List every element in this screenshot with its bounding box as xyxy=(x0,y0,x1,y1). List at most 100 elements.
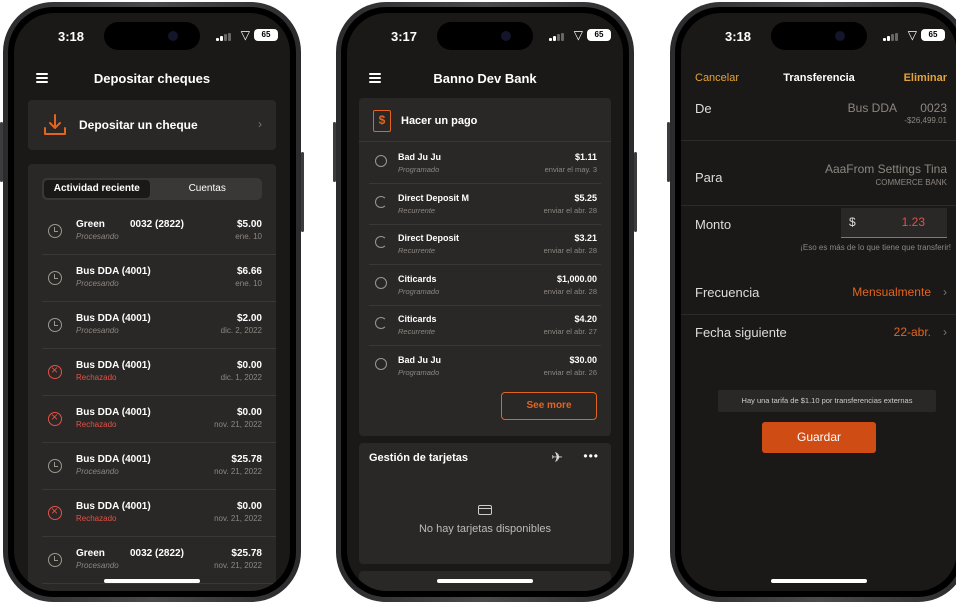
page-title: Banno Dev Bank xyxy=(433,71,537,86)
activity-row[interactable]: Bus DDA (4001) Procesando $25.78 nov. 21, 2… xyxy=(42,443,276,490)
dynamic-island xyxy=(771,22,867,50)
wifi-icon: ▽ xyxy=(907,28,917,42)
activity-card: Actividad reciente Cuentas Green 0032 (28… xyxy=(28,164,276,591)
payment-row[interactable]: Bad Ju Ju Programado $1.11 enviar el may. 3 xyxy=(369,144,601,184)
clock-icon xyxy=(375,155,387,167)
nav-bar: Depositar cheques xyxy=(14,65,290,93)
deposit-status: Procesando xyxy=(76,326,119,335)
tab-accounts[interactable]: Cuentas xyxy=(154,180,260,198)
battery-icon: 65 xyxy=(254,29,278,41)
payments-card: $ Hacer un pago Bad Ju Ju Programado $1.11… xyxy=(359,98,611,436)
nav-bar: Banno Dev Bank xyxy=(347,65,623,93)
nav-bar: Cancelar Transferencia Eliminar xyxy=(681,72,956,92)
to-account: AaaFrom Settings Tina xyxy=(824,162,947,176)
deposit-status: Rechazado xyxy=(76,420,117,429)
payment-row[interactable]: Citicards Recurrente $4.20 enviar el abr. 2… xyxy=(369,306,601,346)
camera-icon xyxy=(501,31,511,41)
recurring-icon xyxy=(375,195,387,208)
deposit-status: Procesando xyxy=(76,279,119,288)
battery-icon: 65 xyxy=(587,29,611,41)
payment-status: Recurrente xyxy=(398,205,436,215)
deposit-account-number: 0032 (2822) xyxy=(130,548,184,559)
payee-name: Direct Deposit xyxy=(398,233,460,243)
clock-icon xyxy=(48,459,62,473)
payment-date: enviar el may. 3 xyxy=(544,165,597,174)
amount-error: ¡Eso es más de lo que tiene que transfer… xyxy=(800,243,951,252)
phone-deposit-checks: 3:18 ▽ 65 Depositar cheques Depositar un… xyxy=(0,2,304,602)
dynamic-island xyxy=(437,22,533,50)
frequency-value: Mensualmente xyxy=(852,285,931,299)
payment-amount: $1,000.00 xyxy=(556,273,597,284)
home-indicator xyxy=(104,579,200,583)
clock-icon xyxy=(48,224,62,238)
to-row[interactable]: Para AaaFrom Settings Tina COMMERCE BANK xyxy=(681,150,956,206)
clock-icon xyxy=(48,553,62,567)
rejected-icon xyxy=(48,363,62,379)
activity-row[interactable]: Bus DDA (4001) Rechazado $0.00 nov. 21, 202… xyxy=(42,490,276,537)
payment-row[interactable]: Direct Deposit Recurrente $3.21 enviar el a… xyxy=(369,225,601,265)
from-balance: -$26,499.01 xyxy=(904,116,947,125)
payment-row[interactable]: Bad Ju Ju Programado $30.00 enviar el abr. … xyxy=(369,347,601,387)
deposit-status: Procesando xyxy=(76,232,119,241)
amount-label: Monto xyxy=(695,217,732,232)
from-row[interactable]: De Bus DDA 0023 -$26,499.01 xyxy=(681,93,956,141)
no-cards-message: No hay tarjetas disponibles xyxy=(418,523,552,535)
status-time: 3:18 xyxy=(58,29,85,44)
phone-bezel: 3:18 ▽ 65 Cancelar Transferencia Elimina… xyxy=(675,7,956,597)
amount-input[interactable]: $ 1.23 xyxy=(841,208,947,238)
next-date-row[interactable]: Fecha siguiente 22-abr. › xyxy=(681,315,956,359)
payee-name: Citicards xyxy=(398,314,437,324)
tab-recent-activity[interactable]: Actividad reciente xyxy=(44,180,150,198)
payee-name: Bad Ju Ju xyxy=(398,354,442,365)
payment-status: Recurrente xyxy=(398,246,436,255)
from-label: De xyxy=(695,101,712,116)
activity-row[interactable]: Bus DDA (4001) Rechazado $0.00 nov. 21, 202… xyxy=(42,396,276,443)
frequency-row[interactable]: Frecuencia Mensualmente › xyxy=(681,271,956,315)
phone-bezel: 3:18 ▽ 65 Depositar cheques Depositar un… xyxy=(8,7,296,597)
payment-row[interactable]: Direct Deposit M Recurrente $5.25 enviar el… xyxy=(369,185,601,225)
delete-button[interactable]: Eliminar xyxy=(904,72,947,84)
frequency-label: Frecuencia xyxy=(695,285,760,300)
deposit-check-button[interactable]: Depositar un cheque › xyxy=(28,100,276,150)
status-time: 3:18 xyxy=(725,29,752,44)
deposit-account: Bus DDA (4001) xyxy=(76,501,151,512)
travel-notice-icon[interactable]: ✈ xyxy=(551,449,563,466)
wifi-icon: ▽ xyxy=(573,28,583,42)
chevron-right-icon: › xyxy=(943,285,947,299)
payment-status: Programado xyxy=(398,286,440,296)
save-button[interactable]: Guardar xyxy=(762,422,876,453)
screen: 3:18 ▽ 65 Cancelar Transferencia Elimina… xyxy=(681,13,956,591)
make-payment-button[interactable]: $ Hacer un pago xyxy=(359,98,611,142)
phone-transfer: 3:18 ▽ 65 Cancelar Transferencia Elimina… xyxy=(667,2,956,602)
payment-date: enviar el abr. 28 xyxy=(543,246,597,255)
status-bar: 3:18 ▽ 65 xyxy=(14,13,290,57)
next-date-value: 22-abr. xyxy=(893,325,931,339)
rejected-icon xyxy=(48,504,62,520)
payee-name: Bad Ju Ju xyxy=(398,152,442,162)
payment-row[interactable]: Citicards Programado $1,000.00 enviar el ab… xyxy=(369,266,601,306)
activity-row[interactable]: Bus DDA (4001) Procesando $6.66 ene. 10 xyxy=(42,255,276,302)
deposit-amount: $5.00 xyxy=(236,219,262,230)
camera-icon xyxy=(168,31,178,41)
clock-icon xyxy=(375,357,387,370)
activity-row[interactable]: Green 0032 (2822) Procesando $5.00 ene. 10 xyxy=(42,208,276,255)
download-icon xyxy=(44,114,66,135)
page-title: Depositar cheques xyxy=(93,71,211,86)
payment-amount: $5.25 xyxy=(574,192,597,203)
deposit-date: nov. 21, 2022 xyxy=(214,420,262,429)
activity-row[interactable]: Bus DDA (4001) Rechazado $0.00 dic. 1, 2022 xyxy=(42,349,276,396)
status-bar: 3:17 ▽ 65 xyxy=(347,13,623,57)
see-more-button[interactable]: See more xyxy=(501,392,597,420)
activity-row[interactable]: Green 0032 (2822) Procesando $25.78 nov. 21,… xyxy=(42,537,276,584)
signal-icon xyxy=(216,33,232,41)
dynamic-island xyxy=(104,22,200,50)
payment-date: enviar el abr. 26 xyxy=(543,367,597,377)
activity-row[interactable]: Bus DDA (4001) Procesando $2.00 dic. 2, 202… xyxy=(42,302,276,349)
deposit-account: Bus DDA (4001) xyxy=(76,360,151,371)
amount-value: 1.23 xyxy=(901,215,925,229)
deposit-account-number: 0032 (2822) xyxy=(130,219,184,230)
deposit-status: Rechazado xyxy=(76,514,117,523)
signal-icon xyxy=(549,33,565,41)
more-icon[interactable]: ••• xyxy=(583,449,599,463)
camera-icon xyxy=(835,31,845,41)
